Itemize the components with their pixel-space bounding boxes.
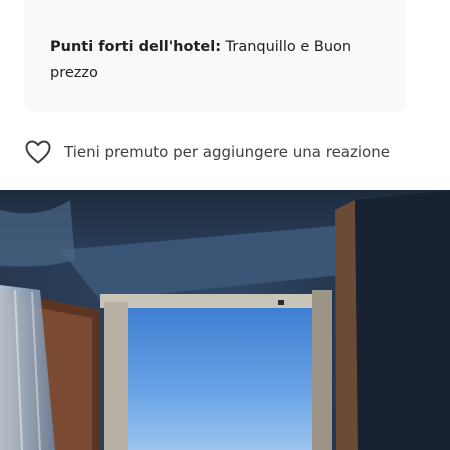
heart-outline-icon bbox=[24, 139, 52, 165]
hotel-highlights-card: Punti forti dell'hotel: Tranquillo e Buo… bbox=[24, 0, 406, 112]
review-page: Punti forti dell'hotel: Tranquillo e Buo… bbox=[0, 0, 450, 450]
review-photo[interactable] bbox=[0, 190, 450, 450]
reaction-button[interactable]: Tieni premuto per aggiungere una reazion… bbox=[24, 138, 390, 166]
reaction-hint: Tieni premuto per aggiungere una reazion… bbox=[64, 143, 390, 161]
hotel-highlights-label: Punti forti dell'hotel: bbox=[50, 39, 222, 55]
window-view-image bbox=[0, 190, 450, 450]
